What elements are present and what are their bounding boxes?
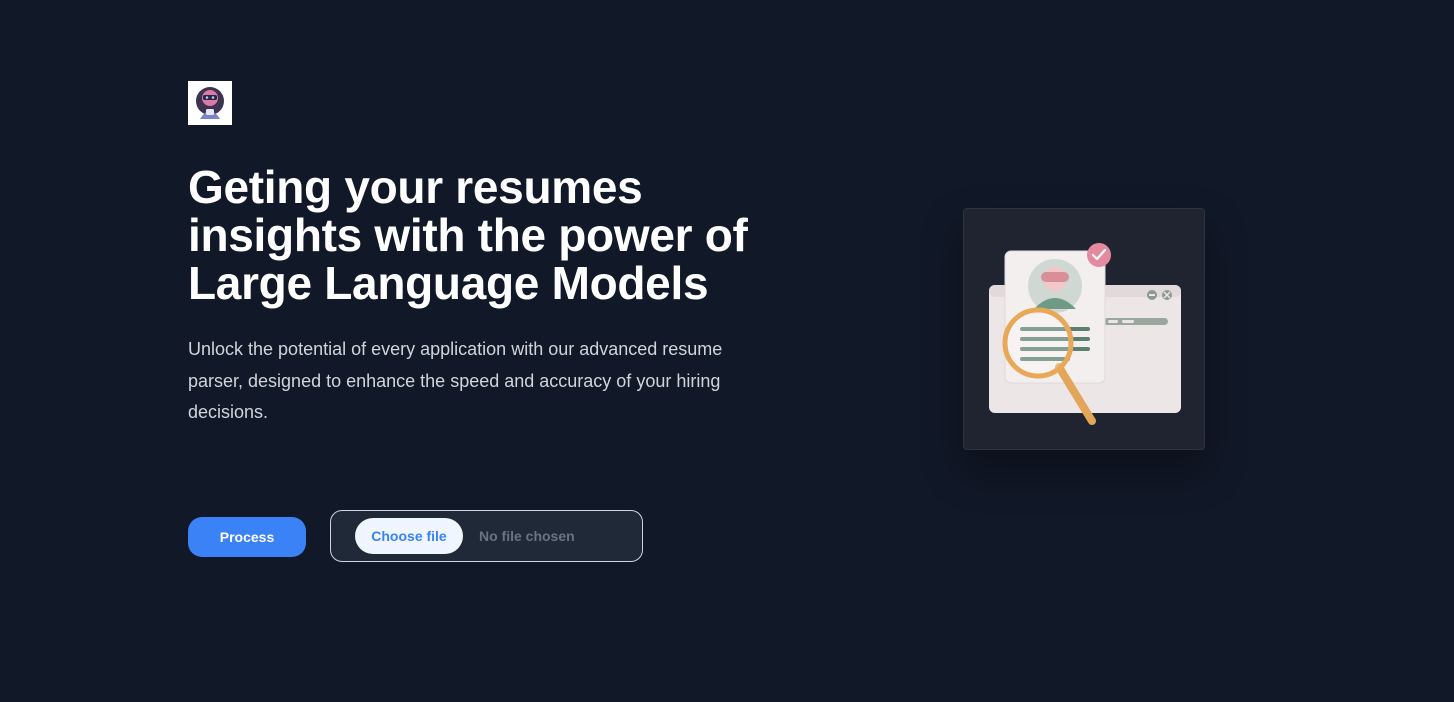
- illustration-card: [963, 208, 1205, 450]
- choose-file-button[interactable]: Choose file: [355, 518, 463, 554]
- file-status-text: No file chosen: [479, 528, 575, 544]
- logo: [188, 81, 232, 125]
- process-button[interactable]: Process: [188, 517, 306, 557]
- robot-avatar-icon: [196, 87, 224, 119]
- page-title: Geting your resumes insights with the po…: [188, 161, 748, 309]
- resume-magnifier-icon: [989, 243, 1181, 425]
- file-upload-input[interactable]: Choose file No file chosen: [330, 510, 643, 562]
- hero-description: Unlock the potential of every applicatio…: [188, 339, 723, 422]
- landing-page: Geting your resumes insights with the po…: [0, 0, 1454, 702]
